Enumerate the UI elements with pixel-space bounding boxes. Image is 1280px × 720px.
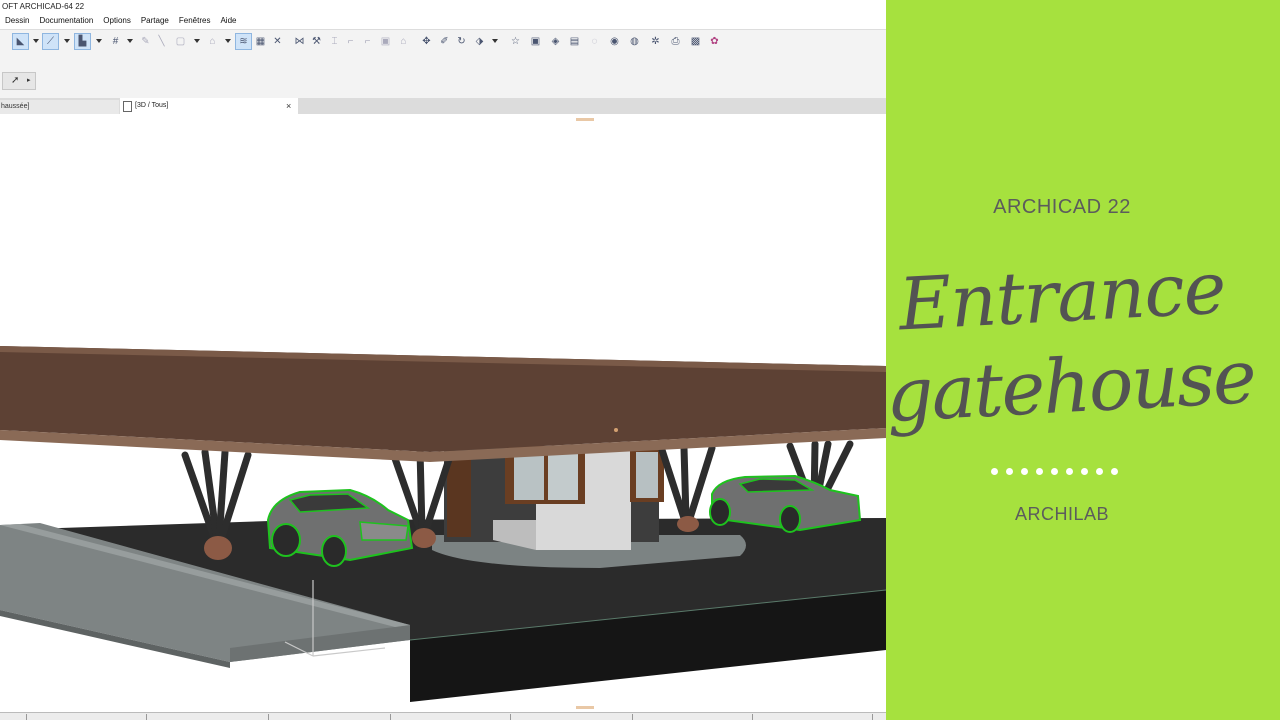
document-icon — [123, 101, 132, 112]
camera-icon[interactable]: ◍ — [627, 34, 642, 49]
palette-icon[interactable]: ✿ — [707, 34, 722, 49]
move-icon[interactable]: ✥ — [419, 34, 434, 49]
layers-icon[interactable]: ≋ — [235, 33, 252, 50]
menu-aide[interactable]: Aide — [215, 14, 241, 28]
star-icon[interactable]: ☆ — [508, 34, 523, 49]
chevron-down-icon[interactable] — [225, 39, 231, 43]
status-bar — [0, 712, 886, 720]
adjust-icon[interactable]: ⌶ — [327, 34, 342, 49]
menu-dessin[interactable]: Dessin — [0, 14, 34, 28]
pen-icon[interactable]: ╲ — [154, 34, 169, 49]
menu-documentation[interactable]: Documentation — [34, 14, 98, 28]
menu-bar: Dessin Documentation Options Partage Fen… — [0, 14, 886, 28]
hash-grid-icon[interactable]: # — [108, 34, 123, 49]
window-title: OFT ARCHICAD-64 22 — [0, 0, 886, 13]
door — [447, 455, 471, 537]
banner-channel-label: ARCHILAB — [1014, 504, 1110, 524]
3d-model-render — [0, 118, 886, 709]
resize-handle[interactable] — [576, 118, 594, 121]
info-box: ➚ ▸ — [0, 54, 886, 98]
resize-handle[interactable] — [576, 706, 594, 709]
rotate-icon[interactable]: ↻ — [454, 34, 469, 49]
tab-3d-label: [3D / Tous] — [135, 102, 169, 109]
chevron-down-icon[interactable] — [96, 39, 102, 43]
arrow-tool-icon[interactable]: ◣ — [12, 33, 29, 50]
trim-icon[interactable]: ⋈ — [292, 34, 307, 49]
banner-software-label: ARCHICAD 22 — [993, 196, 1131, 218]
menu-options[interactable]: Options — [98, 14, 136, 28]
banner-title-line2: gatehouse — [883, 333, 1257, 440]
resize-icon[interactable]: ▣ — [378, 34, 393, 49]
archicad-window: OFT ARCHICAD-64 22 Dessin Documentation … — [0, 0, 886, 720]
main-toolbar: ◣ ⟋ ▙ # ✎ ╲ ▢ ⌂ ≋ ▦ ✕ ⋈ ⚒ ⌶ ⌐ ⌐ ▣ ⌂ ✥ ✐ … — [0, 29, 886, 55]
chevron-right-icon: ▸ — [27, 77, 31, 84]
close-icon[interactable]: × — [286, 98, 291, 114]
menu-partage[interactable]: Partage — [136, 14, 174, 28]
pointer-icon: ➚ — [11, 75, 20, 86]
line-tool-icon[interactable]: ⟋ — [42, 33, 59, 50]
grid-snap-icon[interactable]: ▙ — [74, 33, 91, 50]
menu-fenetres[interactable]: Fenêtres — [174, 14, 216, 28]
table-icon[interactable]: ▦ — [253, 34, 268, 49]
fillet-icon[interactable]: ⌐ — [343, 34, 358, 49]
tab-floor-plan[interactable]: haussée] — [0, 100, 119, 114]
tag-icon[interactable]: ▣ — [528, 34, 543, 49]
3d-viewport[interactable] — [0, 114, 886, 712]
view-tab-bar: haussée] [3D / Tous] × — [0, 98, 886, 114]
globe-icon[interactable]: ◌ — [587, 34, 602, 49]
chevron-down-icon[interactable] — [64, 39, 70, 43]
render-icon[interactable]: ◉ — [607, 34, 622, 49]
chevron-down-icon[interactable] — [33, 39, 39, 43]
home-icon[interactable]: ⌂ — [396, 34, 411, 49]
mirror-icon[interactable]: ⬗ — [472, 34, 487, 49]
offset-icon[interactable]: ⌐ — [360, 34, 375, 49]
split-icon[interactable]: ⚒ — [309, 34, 324, 49]
chevron-down-icon[interactable] — [492, 39, 498, 43]
cross-icon[interactable]: ✕ — [270, 34, 285, 49]
dot-divider — [991, 468, 1118, 475]
section-icon[interactable]: ◈ — [548, 34, 563, 49]
tab-3d-view[interactable]: [3D / Tous] × — [120, 98, 298, 114]
chevron-down-icon[interactable] — [127, 39, 133, 43]
gallery-icon[interactable]: ▩ — [688, 34, 703, 49]
print-icon[interactable]: ⎙ — [668, 34, 683, 49]
pointer-tool-button[interactable]: ➚ ▸ — [2, 72, 36, 90]
title-banner: ARCHICAD 22 Entrance gatehouse ARCHILAB — [883, 0, 1280, 720]
banner-title-line1: Entrance — [896, 245, 1228, 347]
edit-icon[interactable]: ✐ — [437, 34, 452, 49]
lamp-icon[interactable]: ✲ — [648, 34, 663, 49]
book-icon[interactable]: ▤ — [567, 34, 582, 49]
rectangle-icon[interactable]: ▢ — [173, 34, 188, 49]
pencil-icon[interactable]: ✎ — [138, 34, 153, 49]
magic-wand-icon[interactable]: ⌂ — [205, 34, 220, 49]
chevron-down-icon[interactable] — [194, 39, 200, 43]
